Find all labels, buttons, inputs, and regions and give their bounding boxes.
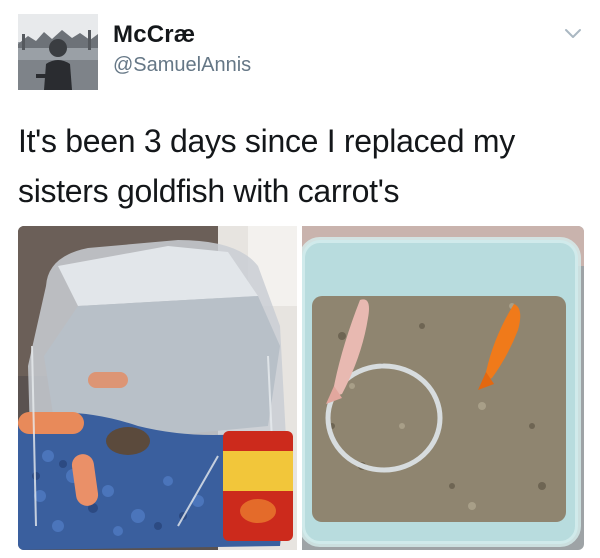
avatar-image (18, 14, 98, 90)
tweet-text-line-2: sisters goldfish with carrot's (18, 173, 400, 209)
display-name[interactable]: McCræ (113, 21, 195, 49)
tweet-menu-button[interactable] (561, 24, 585, 44)
username-handle[interactable]: @SamuelAnnis (113, 54, 251, 77)
goldfish-in-tub-photo[interactable] (302, 226, 584, 550)
chevron-down-icon (565, 29, 581, 38)
avatar[interactable] (18, 14, 98, 90)
tweet-text-line-1: It's been 3 days since I replaced my (18, 123, 515, 159)
carrots-in-fishbowl-photo[interactable] (18, 226, 297, 550)
media-grid (18, 226, 584, 550)
tweet-text: It's been 3 days since I replaced my sis… (18, 116, 582, 216)
tweet-card: McCræ @SamuelAnnis It's been 3 days sinc… (0, 0, 600, 558)
